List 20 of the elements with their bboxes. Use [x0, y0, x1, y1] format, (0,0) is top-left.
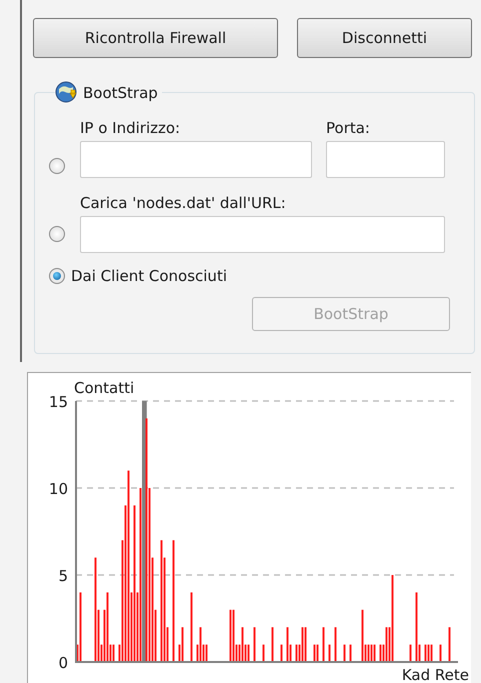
ip-address-field[interactable]	[80, 141, 312, 178]
group-title: BootStrap	[83, 84, 158, 102]
globe-icon	[55, 81, 79, 105]
port-field[interactable]	[326, 141, 445, 178]
field-label: IP o Indirizzo:	[80, 119, 182, 137]
axis-tick-label: 15	[48, 393, 68, 411]
y-axis-label: Contatti	[74, 379, 134, 397]
url-field[interactable]	[80, 216, 445, 253]
field-label: Porta:	[326, 119, 371, 137]
top-button[interactable]: Ricontrolla Firewall	[33, 18, 278, 58]
axis-tick-label: 5	[58, 567, 68, 585]
radio-label[interactable]: Dai Client Conosciuti	[71, 267, 227, 285]
axis-tick-label: 0	[58, 654, 68, 672]
radio-button[interactable]	[49, 268, 65, 284]
x-axis-label: Kad Rete	[402, 666, 469, 683]
top-button[interactable]: Disconnetti	[297, 18, 472, 58]
radio-button[interactable]	[49, 226, 65, 242]
axis-tick-label: 10	[48, 480, 68, 498]
field-label: Carica 'nodes.dat' dall'URL:	[80, 194, 287, 212]
radio-button[interactable]	[49, 158, 65, 174]
